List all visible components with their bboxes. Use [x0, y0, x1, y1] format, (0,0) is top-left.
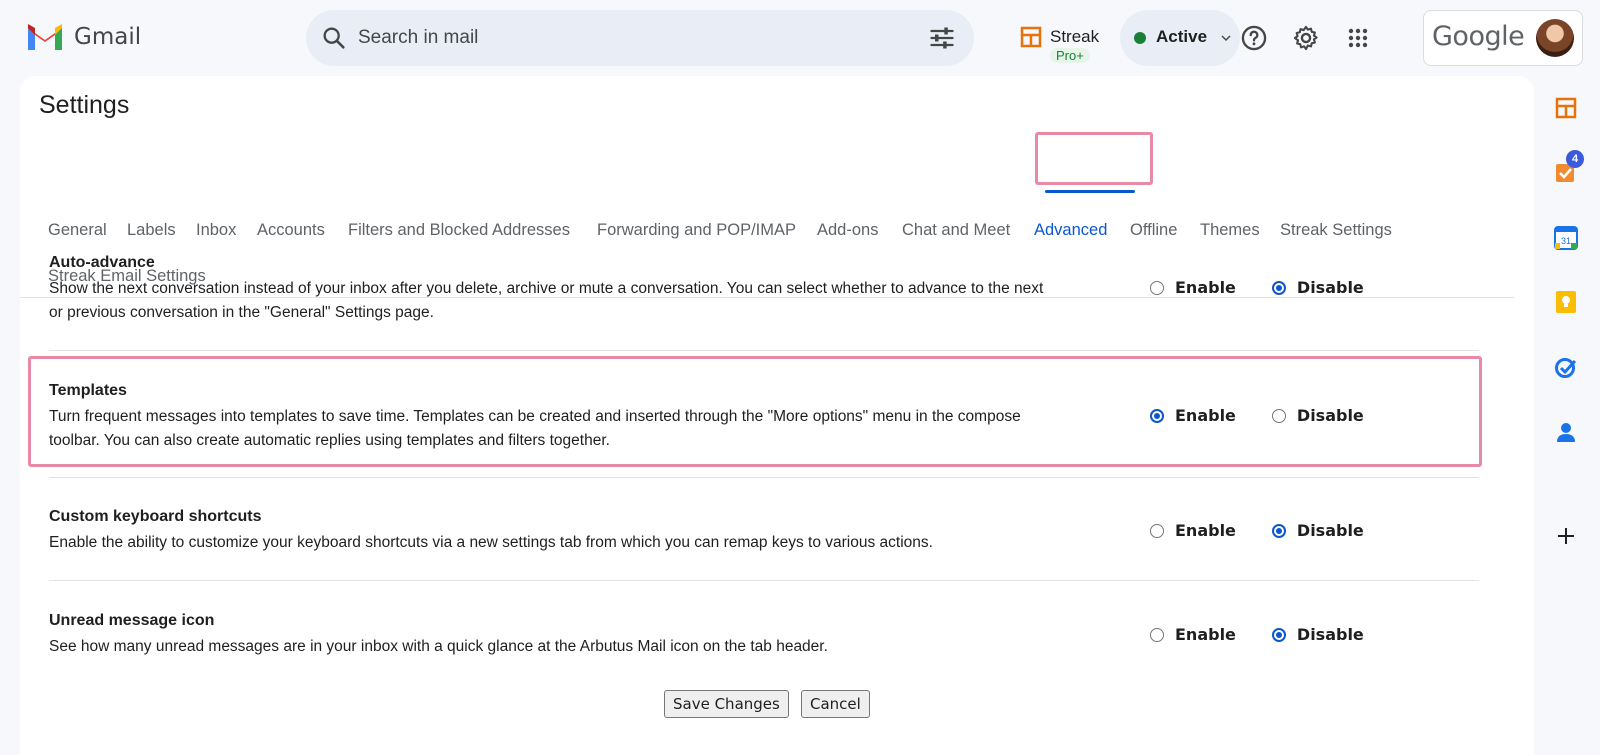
tasks-check-side-button[interactable] — [1552, 354, 1580, 382]
setting-title: Auto-advance — [49, 254, 155, 271]
setting-description: Enable the ability to customize your key… — [49, 534, 933, 551]
cancel-button[interactable]: Cancel — [801, 690, 870, 718]
radio-label: Disable — [1296, 521, 1364, 540]
gmail-m-icon — [28, 24, 62, 50]
shortcuts-disable-radio[interactable] — [1271, 523, 1286, 538]
search-bar[interactable] — [306, 10, 974, 66]
streak-icon — [1555, 97, 1577, 119]
unread-icon-enable-radio[interactable] — [1150, 627, 1164, 642]
tab-inbox[interactable]: Inbox — [196, 221, 236, 240]
calendar-day-number: 31 — [1561, 236, 1571, 246]
radio-label: Enable — [1175, 521, 1236, 540]
setting-description: Show the next conversation instead of yo… — [49, 280, 1044, 321]
settings-button[interactable] — [1290, 22, 1322, 54]
auto-advance-enable-radio[interactable] — [1150, 280, 1164, 295]
status-selector[interactable]: Active — [1120, 10, 1240, 66]
add-addon-button[interactable] — [1552, 522, 1580, 550]
templates-enable-option[interactable]: Enable — [1150, 406, 1236, 425]
avatar[interactable] — [1536, 19, 1574, 57]
keep-side-button[interactable] — [1552, 288, 1580, 316]
divider — [49, 477, 1479, 478]
contacts-side-button[interactable] — [1552, 418, 1580, 446]
tab-chat-and-meet[interactable]: Chat and Meet — [902, 221, 1010, 240]
tab-general[interactable]: General — [48, 221, 107, 240]
radio-label: Enable — [1175, 406, 1236, 425]
apps-button[interactable] — [1342, 22, 1374, 54]
shortcuts-enable-radio[interactable] — [1150, 523, 1164, 538]
tab-advanced[interactable]: Advanced — [1034, 221, 1107, 240]
highlight-box-advanced-tab — [1035, 132, 1153, 185]
help-button[interactable] — [1238, 22, 1270, 54]
tab-offline[interactable]: Offline — [1130, 221, 1177, 240]
search-icon[interactable] — [320, 24, 348, 52]
tab-filters[interactable]: Filters and Blocked Addresses — [348, 221, 570, 240]
tasks-side-button[interactable]: 4 — [1552, 150, 1584, 186]
account-switcher[interactable]: Google — [1423, 10, 1583, 66]
gear-icon — [1293, 25, 1318, 51]
status-dot — [1134, 32, 1146, 44]
streak-plan-badge: Pro+ — [1050, 48, 1090, 63]
keep-notes-icon — [1556, 291, 1576, 313]
tab-streak-settings[interactable]: Streak Settings — [1280, 221, 1392, 240]
shortcuts-enable-option[interactable]: Enable — [1150, 521, 1236, 540]
tab-accounts[interactable]: Accounts — [257, 221, 325, 240]
unread-icon-disable-option[interactable]: Disable — [1271, 625, 1364, 644]
search-input[interactable] — [358, 10, 918, 66]
auto-advance-disable-radio[interactable] — [1271, 280, 1286, 295]
tasks-count-badge: 4 — [1566, 150, 1584, 168]
active-tab-indicator — [1045, 190, 1135, 193]
search-options-icon[interactable] — [928, 24, 956, 52]
unread-icon-radio-group: Enable Disable — [1150, 625, 1400, 644]
radio-label: Enable — [1175, 625, 1236, 644]
auto-advance-disable-option[interactable]: Disable — [1271, 278, 1364, 297]
google-wordmark: Google — [1432, 21, 1525, 52]
unread-icon-disable-radio[interactable] — [1271, 627, 1286, 642]
chevron-down-icon — [1221, 35, 1231, 42]
divider — [49, 350, 1479, 351]
gmail-logo[interactable]: Gmail — [26, 22, 141, 52]
shortcuts-radio-group: Enable Disable — [1150, 521, 1400, 540]
tasks-check-icon — [1555, 358, 1577, 378]
save-changes-button[interactable]: Save Changes — [664, 690, 789, 718]
help-icon — [1241, 25, 1267, 51]
tab-themes[interactable]: Themes — [1200, 221, 1260, 240]
app-name: Gmail — [74, 24, 142, 50]
templates-enable-radio[interactable] — [1150, 408, 1164, 423]
setting-title: Templates — [49, 382, 127, 399]
side-panel-rail: 4 31 — [1534, 76, 1600, 755]
unread-icon-enable-option[interactable]: Enable — [1150, 625, 1236, 644]
setting-description: Turn frequent messages into templates to… — [49, 408, 1021, 449]
tab-labels[interactable]: Labels — [127, 221, 176, 240]
page-title: Settings — [39, 91, 130, 119]
shortcuts-disable-option[interactable]: Disable — [1271, 521, 1364, 540]
radio-label: Disable — [1296, 625, 1364, 644]
tab-forwarding[interactable]: Forwarding and POP/IMAP — [597, 221, 796, 240]
tab-add-ons[interactable]: Add-ons — [817, 221, 878, 240]
streak-icon — [1020, 26, 1042, 48]
streak-label: Streak — [1050, 27, 1100, 46]
top-bar: Gmail Streak Pro+ Active — [0, 0, 1600, 76]
templates-disable-radio[interactable] — [1271, 408, 1286, 423]
settings-panel: Settings General Labels Inbox Accounts F… — [20, 76, 1534, 755]
streak-side-button[interactable] — [1552, 94, 1580, 122]
templates-radio-group: Enable Disable — [1150, 406, 1400, 425]
calendar-icon: 31 — [1554, 226, 1578, 250]
templates-disable-option[interactable]: Disable — [1271, 406, 1364, 425]
setting-description: See how many unread messages are in your… — [49, 638, 828, 655]
status-label: Active — [1156, 27, 1208, 46]
plus-icon — [1558, 528, 1574, 544]
contacts-person-icon — [1557, 423, 1575, 442]
divider — [49, 580, 1479, 581]
radio-label: Disable — [1296, 278, 1364, 297]
calendar-side-button[interactable]: 31 — [1552, 224, 1580, 252]
apps-grid-icon — [1348, 28, 1368, 48]
radio-label: Disable — [1296, 406, 1364, 425]
auto-advance-radio-group: Enable Disable — [1150, 278, 1400, 297]
auto-advance-enable-option[interactable]: Enable — [1150, 278, 1236, 297]
radio-label: Enable — [1175, 278, 1236, 297]
